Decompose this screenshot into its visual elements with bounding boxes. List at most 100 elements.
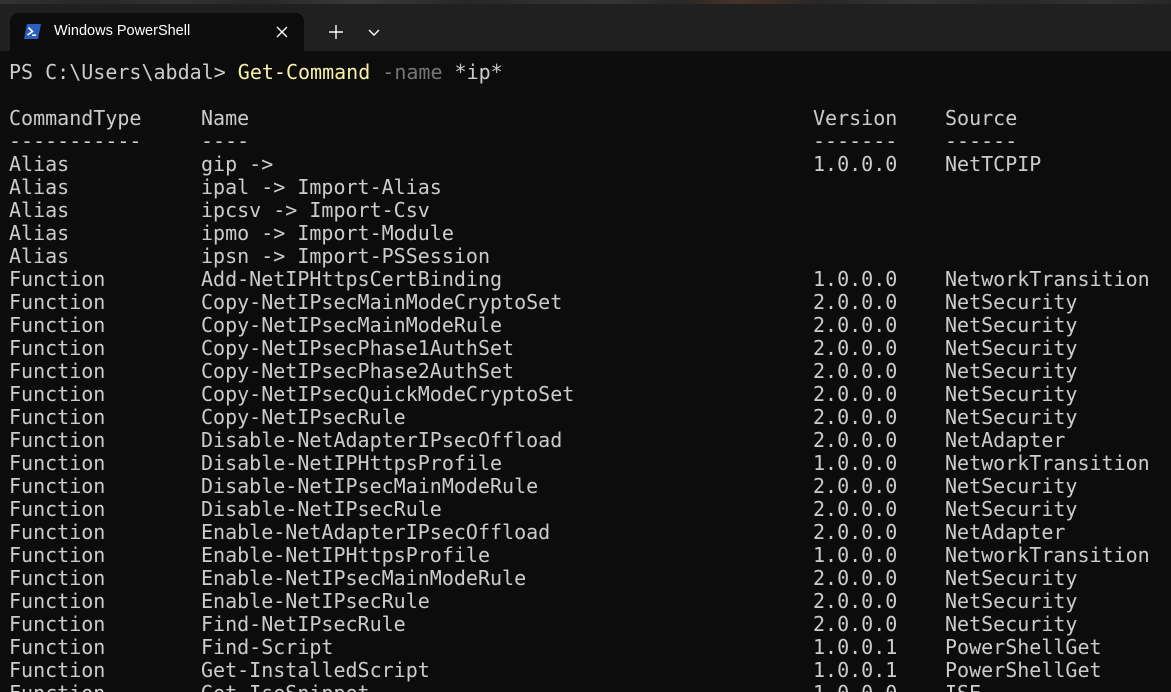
cell-name: Copy-NetIPsecMainModeCryptoSet	[201, 290, 563, 314]
cell-version: 1.0.0.0	[813, 682, 897, 692]
header-source: Source	[945, 106, 1018, 130]
cell-name: Get-InstalledScript	[201, 658, 430, 682]
header-name: Name	[201, 106, 250, 130]
tab-windows-powershell[interactable]: Windows PowerShell	[10, 13, 304, 51]
header-version: Version	[813, 106, 898, 130]
cell-commandtype: Function	[9, 382, 106, 406]
cell-source: NetAdapter	[945, 428, 1066, 452]
cell-source: NetworkTransition	[945, 267, 1150, 291]
cell-commandtype: Function	[9, 405, 106, 429]
cell-commandtype: Function	[9, 682, 105, 692]
cell-commandtype: Function	[9, 336, 106, 360]
cell-commandtype: Function	[9, 290, 106, 314]
tab-strip: Windows PowerShell	[0, 0, 1171, 51]
prompt-command: Get-Command	[237, 60, 371, 84]
cell-name: Enable-NetIPHttpsProfile	[201, 543, 490, 567]
terminal-output[interactable]: PS C:\Users\abdal> Get-Command -name *ip…	[0, 51, 1171, 692]
cell-name: Copy-NetIPsecPhase2AuthSet	[201, 359, 515, 383]
cell-source: NetSecurity	[945, 313, 1078, 337]
cell-source: PowerShellGet	[945, 658, 1102, 682]
cell-version: 2.0.0.0	[813, 612, 898, 636]
cell-version: 2.0.0.0	[813, 359, 898, 383]
cell-name: Copy-NetIPsecRule	[201, 405, 406, 429]
cell-version: 2.0.0.0	[813, 405, 898, 429]
cell-commandtype: Function	[9, 543, 106, 567]
cell-source: NetSecurity	[945, 612, 1078, 636]
cell-version: 2.0.0.0	[813, 589, 898, 613]
cell-commandtype: Alias	[9, 221, 70, 245]
cell-source: NetworkTransition	[945, 451, 1150, 475]
cell-version: 2.0.0.0	[813, 566, 898, 590]
underline-commandtype: -----------	[9, 129, 142, 153]
cell-version: 1.0.0.0	[813, 267, 898, 291]
cell-version: 2.0.0.0	[813, 428, 898, 452]
cell-source: NetSecurity	[945, 359, 1078, 383]
cell-name: Add-NetIPHttpsCertBinding	[201, 267, 503, 291]
cell-commandtype: Function	[9, 313, 106, 337]
cell-source: NetAdapter	[945, 520, 1066, 544]
cell-name: Get-IseSnippet	[201, 682, 370, 692]
cell-version: 2.0.0.0	[813, 474, 898, 498]
cell-source: ISE	[945, 682, 981, 692]
cell-name: Disable-NetIPsecMainModeRule	[201, 474, 539, 498]
cell-version: 2.0.0.0	[813, 336, 898, 360]
cell-commandtype: Function	[9, 451, 106, 475]
cell-version: 1.0.0.1	[813, 635, 898, 659]
cell-name: Disable-NetAdapterIPsecOffload	[201, 428, 563, 452]
tab-title: Windows PowerShell	[54, 23, 191, 39]
terminal-window: Windows PowerShell PS C:\Users\abdal> Ge…	[0, 0, 1171, 692]
chevron-down-icon[interactable]	[362, 20, 386, 44]
cell-source: NetSecurity	[945, 497, 1078, 521]
cell-name: ipal -> Import-Alias	[201, 175, 442, 199]
close-icon[interactable]	[272, 22, 292, 42]
cell-name: ipmo -> Import-Module	[201, 221, 454, 245]
cell-commandtype: Function	[9, 589, 106, 613]
plus-icon[interactable]	[324, 20, 348, 44]
cell-name: Enable-NetIPsecMainModeRule	[201, 566, 527, 590]
prompt-argument: *ip*	[442, 60, 503, 84]
cell-source: NetworkTransition	[945, 543, 1150, 567]
cell-commandtype: Function	[9, 635, 106, 659]
cell-name: ipcsv -> Import-Csv	[201, 198, 430, 222]
prompt-path: PS C:\Users\abdal>	[9, 60, 238, 84]
cell-version: 1.0.0.1	[813, 658, 898, 682]
cell-commandtype: Function	[9, 612, 106, 636]
cell-name: Find-NetIPsecRule	[201, 612, 406, 636]
header-commandtype: CommandType	[9, 106, 142, 130]
cell-source: NetSecurity	[945, 474, 1078, 498]
cell-name: Enable-NetAdapterIPsecOffload	[201, 520, 551, 544]
underline-source: ------	[945, 129, 1018, 153]
cell-version: 2.0.0.0	[813, 520, 898, 544]
cell-name: Copy-NetIPsecPhase1AuthSet	[201, 336, 515, 360]
cell-commandtype: Function	[9, 658, 106, 682]
cell-commandtype: Function	[9, 520, 106, 544]
background-window-strip	[0, 0, 1171, 4]
cell-source: NetSecurity	[945, 566, 1078, 590]
cell-source: NetSecurity	[945, 290, 1078, 314]
cell-version: 2.0.0.0	[813, 497, 898, 521]
cell-version: 1.0.0.0	[813, 451, 898, 475]
powershell-icon	[24, 24, 41, 39]
cell-source: NetSecurity	[945, 382, 1078, 406]
cell-name: gip ->	[201, 152, 274, 176]
cell-version: 1.0.0.0	[813, 152, 898, 176]
cell-commandtype: Alias	[9, 175, 70, 199]
cell-source: PowerShellGet	[945, 635, 1102, 659]
table-header-row: CommandType Name Version Source	[9, 107, 1017, 130]
cell-commandtype: Function	[9, 474, 106, 498]
cell-commandtype: Function	[9, 428, 106, 452]
cell-source: NetSecurity	[945, 589, 1078, 613]
cell-commandtype: Function	[9, 497, 106, 521]
cell-name: Disable-NetIPsecRule	[201, 497, 442, 521]
cell-name: Enable-NetIPsecRule	[201, 589, 430, 613]
cell-source: NetSecurity	[945, 405, 1078, 429]
cell-version: 1.0.0.0	[813, 543, 898, 567]
table-underline-row: ----------- ---- ------- ------	[9, 130, 1017, 153]
cell-commandtype: Function	[9, 267, 106, 291]
prompt-parameter: -name	[370, 60, 443, 84]
cell-name: Copy-NetIPsecMainModeRule	[201, 313, 503, 337]
cell-name: Find-Script	[201, 635, 334, 659]
cell-version: 2.0.0.0	[813, 290, 898, 314]
cell-version: 2.0.0.0	[813, 313, 898, 337]
cell-commandtype: Function	[9, 359, 106, 383]
